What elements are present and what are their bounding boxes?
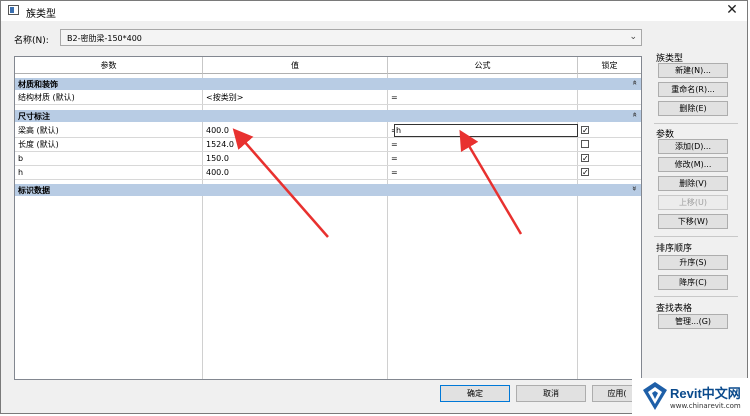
sort-order-label: 排序顺序 <box>656 244 693 254</box>
move-up-button[interactable]: 上移(U) <box>658 195 728 210</box>
divider <box>654 123 738 124</box>
add-parameter-button[interactable]: 添加(D)... <box>658 139 728 154</box>
ok-button[interactable]: 确定 <box>440 385 510 402</box>
revit-logo-icon <box>643 382 667 410</box>
lookup-tables-label: 查找表格 <box>656 304 693 314</box>
arrow-to-value <box>232 128 329 238</box>
rename-type-button[interactable]: 重命名(R)... <box>658 82 728 97</box>
divider <box>654 296 738 297</box>
cancel-button[interactable]: 取消 <box>516 385 586 402</box>
move-down-button[interactable]: 下移(W) <box>658 214 728 229</box>
delete-parameter-button[interactable]: 删除(V) <box>658 176 728 191</box>
watermark-brand: Revit中文网 <box>670 386 741 401</box>
delete-type-button[interactable]: 删除(E) <box>658 101 728 116</box>
modify-parameter-button[interactable]: 修改(M)... <box>658 157 728 172</box>
annotation-arrows <box>232 128 523 238</box>
manage-lookup-button[interactable]: 管理...(G) <box>658 314 728 329</box>
sort-descending-button[interactable]: 降序(C) <box>658 275 728 290</box>
new-type-button[interactable]: 新建(N)... <box>658 63 728 78</box>
sort-ascending-button[interactable]: 升序(S) <box>658 255 728 270</box>
watermark: Revit中文网 www.chinarevit.com <box>632 378 750 416</box>
divider <box>654 236 738 237</box>
watermark-url: www.chinarevit.com <box>670 402 741 410</box>
arrow-to-formula <box>459 129 523 235</box>
